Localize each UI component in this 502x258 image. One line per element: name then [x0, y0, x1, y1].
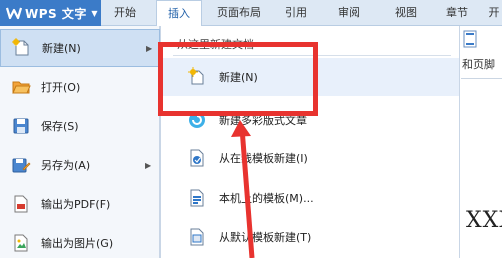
menu-item-export-pdf[interactable]: 输出为PDF(F): [0, 185, 160, 223]
submenu-item-local-template-label: 本机上的模板(M)...: [219, 192, 314, 205]
menu-item-new-label: 新建(N): [42, 42, 81, 55]
chevron-down-icon[interactable]: ▼: [88, 4, 101, 22]
annotation-highlight-box: [158, 42, 318, 116]
export-image-icon: [11, 233, 31, 253]
wps-logo-icon: [6, 6, 22, 20]
header-footer-icon: [463, 30, 477, 48]
document-text: XXX: [466, 208, 502, 233]
chevron-right-icon: ▶: [145, 160, 152, 170]
tab-view[interactable]: 视图: [386, 0, 426, 26]
ribbon-tab-bar: WPS 文字 ▼ 开始 插入 页面布局 引用 审阅 视图 章节 开: [0, 0, 502, 27]
local-template-icon: [187, 188, 207, 208]
save-icon: [11, 116, 31, 136]
ribbon-divider: [461, 78, 502, 79]
menu-item-save-as-label: 另存为(A): [41, 159, 91, 172]
tab-references[interactable]: 引用: [276, 0, 316, 26]
online-template-icon: [187, 148, 207, 168]
menu-item-save-label: 保存(S): [41, 120, 79, 133]
new-document-icon: [12, 38, 32, 58]
tab-insert[interactable]: 插入: [156, 0, 202, 27]
submenu-item-local-template[interactable]: 本机上的模板(M)...: [161, 179, 459, 217]
submenu-item-default-template-label: 从默认模板新建(T): [219, 231, 312, 244]
menu-item-save[interactable]: 保存(S): [0, 107, 160, 145]
app-title: WPS 文字: [25, 6, 87, 21]
menu-item-export-image[interactable]: 输出为图片(G): [0, 224, 160, 258]
tab-partial[interactable]: 开: [486, 0, 502, 26]
menu-item-export-image-label: 输出为图片(G): [41, 237, 114, 250]
default-template-icon: [187, 227, 207, 247]
tab-page-layout[interactable]: 页面布局: [208, 0, 270, 26]
menu-item-export-pdf-label: 输出为PDF(F): [41, 198, 111, 211]
submenu-item-default-template[interactable]: 从默认模板新建(T): [161, 218, 459, 256]
file-menu: 新建(N) ▶ 打开(O) 保存(S) 另存为(A) ▶ 输出为PDF(F) 输…: [0, 26, 160, 258]
menu-item-save-as[interactable]: 另存为(A) ▶: [0, 146, 160, 184]
export-pdf-icon: [11, 194, 31, 214]
save-as-icon: [11, 155, 31, 175]
menu-item-new[interactable]: 新建(N) ▶: [0, 29, 160, 67]
header-footer-button-label[interactable]: 和页脚: [462, 56, 495, 72]
menu-item-open[interactable]: 打开(O): [0, 68, 160, 106]
wps-app-menu-button[interactable]: WPS 文字 ▼: [0, 0, 101, 26]
chevron-right-icon: ▶: [146, 43, 153, 53]
open-folder-icon: [11, 77, 31, 97]
tab-home[interactable]: 开始: [106, 0, 144, 26]
tab-review[interactable]: 审阅: [329, 0, 369, 26]
tab-sections[interactable]: 章节: [437, 0, 477, 26]
menu-item-open-label: 打开(O): [41, 81, 81, 94]
submenu-item-online-template[interactable]: 从在线模板新建(I): [161, 139, 459, 177]
submenu-item-online-template-label: 从在线模板新建(I): [219, 152, 308, 165]
